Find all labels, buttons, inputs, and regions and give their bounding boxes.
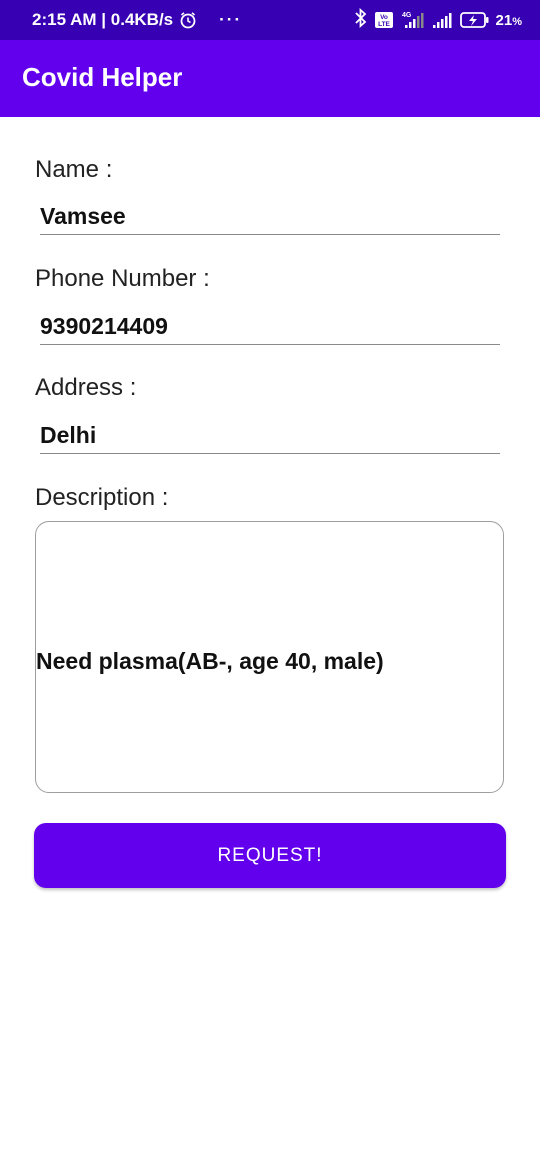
status-time: 2:15 AM [32,10,97,29]
alarm-icon [179,11,197,29]
status-bar: 2:15 AM | 0.4KB/s ··· Vo LTE 4G 21% [0,0,540,40]
svg-text:Vo: Vo [380,14,388,21]
app-bar: Covid Helper [0,40,540,117]
svg-text:LTE: LTE [378,21,390,28]
status-right: Vo LTE 4G 21% [354,0,522,40]
description-text: Need plasma(AB-, age 40, male) [36,648,384,674]
signal-icon [432,10,454,30]
name-label: Name : [35,156,113,183]
address-label: Address : [35,374,137,401]
phone-input[interactable] [40,308,500,345]
bluetooth-icon [354,7,368,32]
battery-percent: 21% [495,11,522,29]
battery-charging-icon [459,11,490,29]
name-input[interactable] [40,198,500,235]
status-left: 2:15 AM | 0.4KB/s ··· [32,0,242,40]
address-input[interactable] [40,417,500,454]
network-speed: 0.4KB/s [110,10,174,29]
phone-label: Phone Number : [35,265,210,292]
svg-text:4G: 4G [402,12,412,19]
description-label: Description : [35,484,169,511]
volte-icon: Vo LTE [374,11,394,29]
signal-4g-icon: 4G [400,10,426,30]
app-title: Covid Helper [22,62,183,92]
more-notifications-icon: ··· [219,10,243,29]
status-separator: | [96,10,111,29]
description-input[interactable]: Need plasma(AB-, age 40, male) [35,521,504,793]
request-button[interactable]: REQUEST! [34,823,506,888]
